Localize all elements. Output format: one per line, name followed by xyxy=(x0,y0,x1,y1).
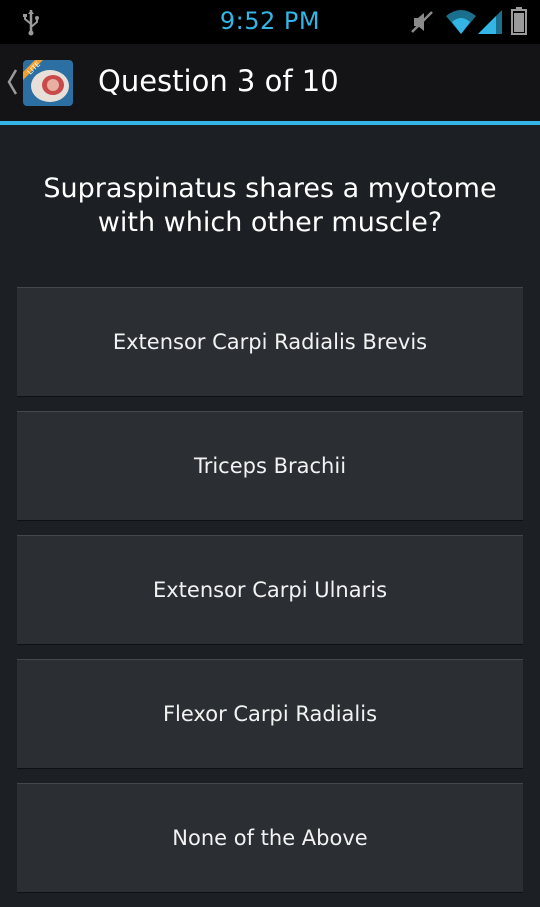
action-bar: LITE Question 3 of 10 xyxy=(0,44,540,121)
answer-button-5[interactable]: None of the Above xyxy=(17,783,523,893)
answer-button-3[interactable]: Extensor Carpi Ulnaris xyxy=(17,535,523,645)
signal-icon xyxy=(478,10,502,34)
chevron-left-icon xyxy=(7,69,18,95)
battery-icon xyxy=(511,7,527,35)
answer-list: Extensor Carpi Radialis Brevis Triceps B… xyxy=(17,287,523,907)
wifi-icon xyxy=(446,10,476,34)
mute-icon xyxy=(411,11,433,33)
question-text: Supraspinatus shares a myotome with whic… xyxy=(43,173,497,238)
answer-button-1[interactable]: Extensor Carpi Radialis Brevis xyxy=(17,287,523,397)
page-title: Question 3 of 10 xyxy=(98,64,339,98)
action-bar-divider xyxy=(0,121,540,125)
up-navigation-button[interactable]: LITE xyxy=(0,44,82,121)
answer-button-4[interactable]: Flexor Carpi Radialis xyxy=(17,659,523,769)
answer-button-2[interactable]: Triceps Brachii xyxy=(17,411,523,521)
app-icon: LITE xyxy=(23,60,73,106)
status-bar: 9:52 PM xyxy=(0,0,540,44)
